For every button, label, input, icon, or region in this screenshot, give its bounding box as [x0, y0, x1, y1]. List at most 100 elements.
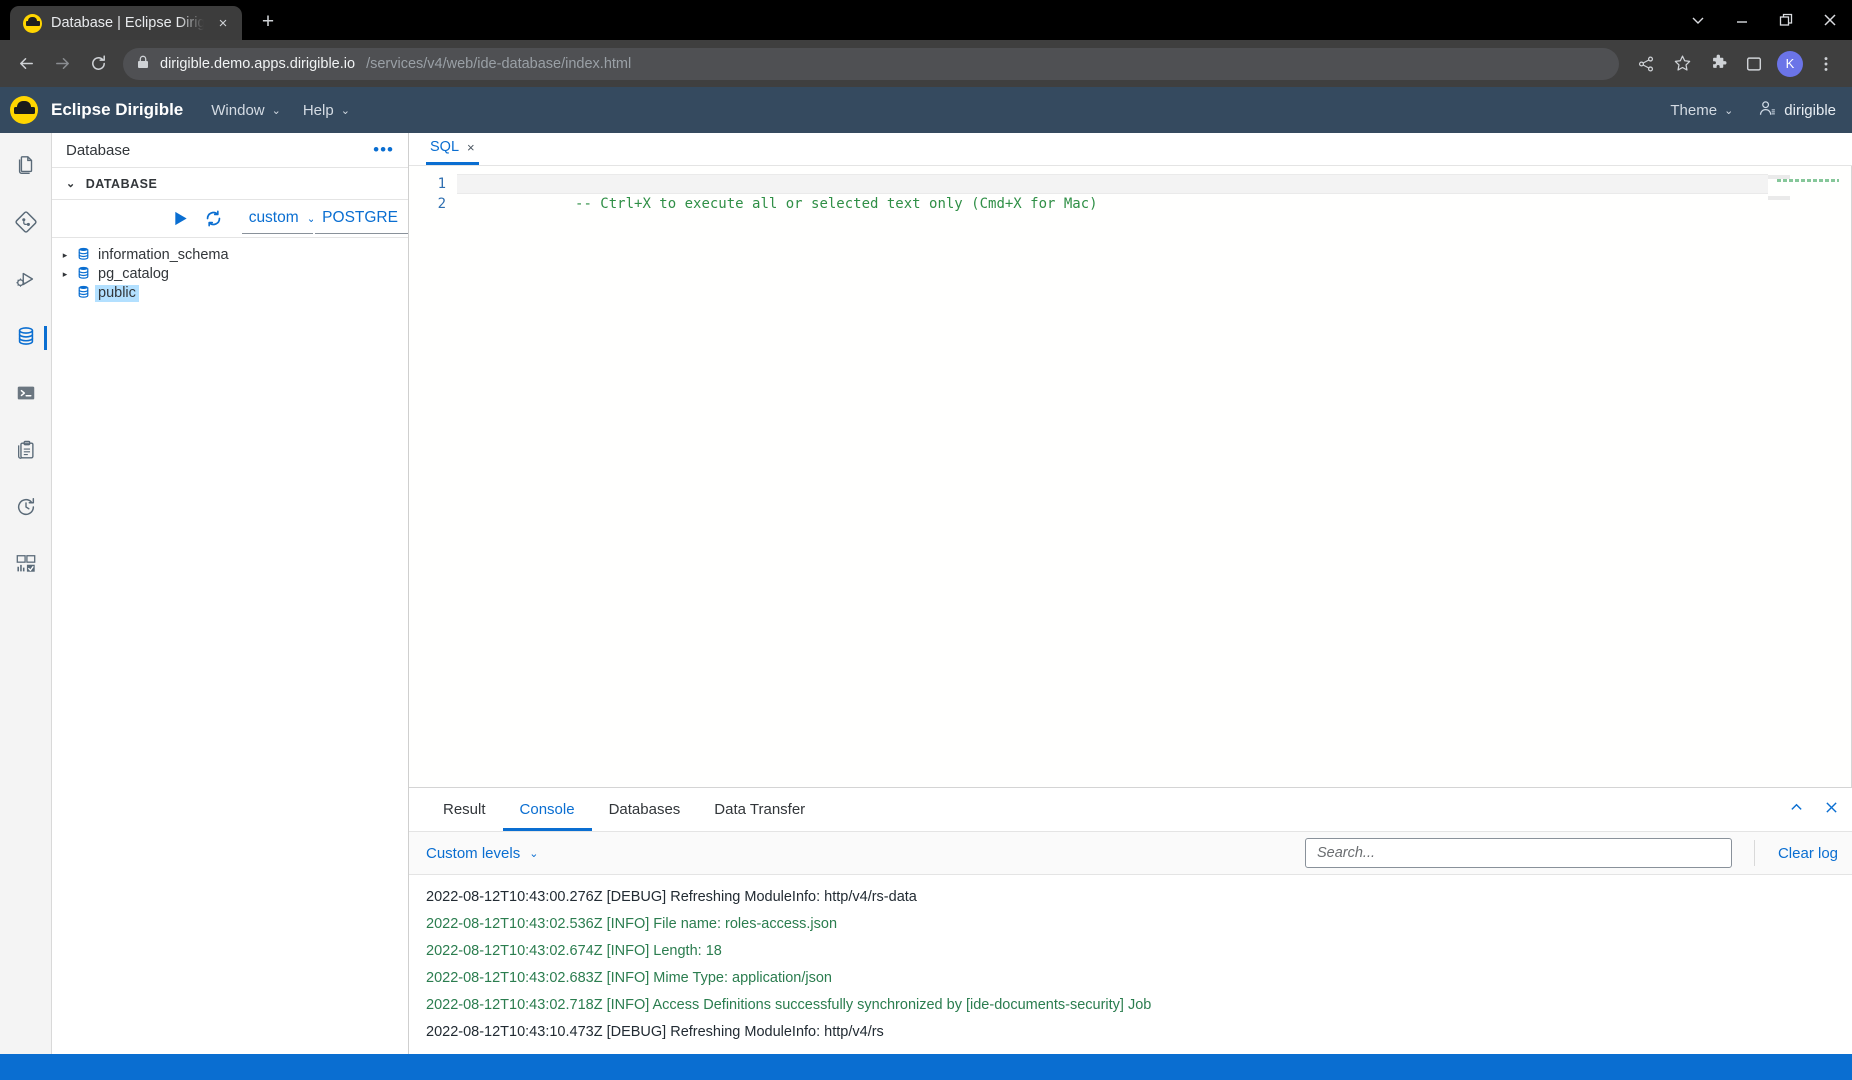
chevron-down-icon: ⌄ — [406, 212, 408, 225]
log-entry: 2022-08-12T10:43:02.674Z [INFO] Length: … — [426, 943, 722, 959]
panel-more-icon[interactable]: ••• — [373, 140, 394, 160]
chevron-down-icon[interactable] — [1676, 0, 1720, 40]
theme-label: Theme — [1670, 101, 1718, 119]
refresh-button[interactable] — [197, 200, 230, 238]
menu-help-label: Help — [302, 101, 334, 119]
browser-tab-title: Database | Eclipse Dirigible — [51, 15, 204, 31]
chevron-right-icon[interactable]: ▸ — [58, 269, 72, 280]
sql-comment: -- Ctrl+X to execute all or selected tex… — [575, 196, 1098, 212]
git-icon — [14, 210, 37, 238]
window-controls — [1676, 0, 1852, 40]
tab-sql[interactable]: SQL × — [426, 132, 479, 165]
tree-item-pg-catalog[interactable]: ▸ pg_catalog — [52, 265, 408, 283]
main-area: SQL × 1 2 -- Ctrl+X to execute all or se… — [409, 133, 1852, 1054]
theme-selector[interactable]: Theme ⌄ — [1670, 102, 1733, 119]
app-header: Eclipse Dirigible Window ⌄ Help ⌄ Theme … — [0, 87, 1852, 133]
log-entry: 2022-08-12T10:43:02.536Z [INFO] File nam… — [426, 916, 838, 932]
close-icon[interactable]: × — [467, 140, 475, 155]
code-line-1[interactable]: -- Ctrl+X to execute all or selected tex… — [457, 174, 1768, 212]
datasource-select[interactable]: custom ⌄ — [241, 204, 314, 234]
back-icon[interactable] — [9, 47, 43, 81]
code-editor[interactable]: 1 2 -- Ctrl+X to execute all or selected… — [409, 166, 1852, 787]
rail-item-history[interactable] — [0, 491, 52, 527]
rail-item-workspace[interactable] — [0, 149, 52, 185]
browser-toolbar: dirigible.demo.apps.dirigible.io/service… — [0, 40, 1852, 87]
tab-result[interactable]: Result — [426, 788, 503, 831]
editor-tabbar: SQL × — [409, 133, 1852, 166]
clear-log-button[interactable]: Clear log — [1753, 840, 1838, 866]
log-search-field[interactable] — [1304, 838, 1732, 868]
person-icon — [1759, 100, 1776, 121]
reload-icon[interactable] — [81, 47, 115, 81]
side-panel-icon[interactable] — [1737, 47, 1771, 81]
rail-item-terminal[interactable] — [0, 377, 52, 413]
debugger-icon — [15, 268, 37, 295]
chevron-right-icon[interactable]: ▸ — [58, 250, 72, 261]
log-levels-dropdown[interactable]: Custom levels ⌄ — [426, 845, 538, 862]
schema-icon — [77, 266, 90, 283]
line-number: 2 — [437, 196, 446, 212]
new-tab-button[interactable]: + — [252, 6, 284, 38]
console-log-list[interactable]: 2022-08-12T10:43:00.276Z [DEBUG] Refresh… — [409, 875, 1852, 1054]
bookmark-star-icon[interactable] — [1665, 47, 1699, 81]
menu-window-label: Window — [211, 101, 265, 119]
dirigible-logo-icon — [23, 13, 42, 33]
clipboard-icon — [15, 439, 37, 466]
workspace-files-icon — [15, 154, 37, 181]
chevron-down-icon: ⌄ — [271, 104, 281, 117]
database-toolbar: custom ⌄ POSTGRE ⌄ — [52, 200, 408, 238]
rail-item-database[interactable] — [0, 320, 52, 356]
rail-item-git[interactable] — [0, 206, 52, 242]
chevron-down-icon: ⌄ — [66, 178, 76, 190]
explorer-title-bar: Database ••• — [52, 133, 408, 168]
tab-data-transfer[interactable]: Data Transfer — [697, 788, 822, 831]
address-bar[interactable]: dirigible.demo.apps.dirigible.io/service… — [123, 47, 1619, 80]
close-icon[interactable]: × — [213, 13, 233, 33]
url-path: /services/v4/web/ide-database/index.html — [366, 55, 632, 72]
rail-item-clipboard[interactable] — [0, 434, 52, 470]
explorer-section-database[interactable]: ⌄ DATABASE — [52, 168, 408, 200]
forward-icon[interactable] — [45, 47, 79, 81]
user-name: dirigible — [1784, 101, 1836, 119]
profile-avatar[interactable]: K — [1773, 47, 1807, 81]
tab-console[interactable]: Console — [503, 788, 592, 831]
dirigible-application: Eclipse Dirigible Window ⌄ Help ⌄ Theme … — [0, 87, 1852, 1080]
browser-tab[interactable]: Database | Eclipse Dirigible × — [10, 6, 242, 40]
maximize-icon[interactable] — [1764, 0, 1808, 40]
explorer-section-label: DATABASE — [85, 176, 158, 191]
browser-menu-icon[interactable] — [1809, 47, 1843, 81]
rail-item-dashboard[interactable] — [0, 548, 52, 584]
tree-item-information-schema[interactable]: ▸ information_schema — [52, 246, 408, 264]
share-icon[interactable] — [1629, 47, 1663, 81]
minimap-marker — [1768, 196, 1790, 200]
log-levels-label: Custom levels — [426, 844, 521, 862]
collapse-panel-icon[interactable] — [1790, 801, 1803, 819]
search-input[interactable] — [1316, 845, 1720, 861]
chevron-down-icon: ⌄ — [1724, 104, 1734, 117]
menu-help[interactable]: Help ⌄ — [303, 102, 350, 119]
chevron-down-icon: ⌄ — [340, 104, 350, 117]
menu-window[interactable]: Window ⌄ — [211, 102, 281, 119]
lock-icon — [137, 55, 149, 73]
terminal-icon — [15, 382, 37, 409]
rail-item-debugger[interactable] — [0, 263, 52, 299]
line-number-gutter: 1 2 — [409, 166, 457, 787]
datasource-value: custom — [248, 209, 299, 226]
status-bar — [0, 1054, 1852, 1080]
tree-item-label: information_schema — [98, 246, 229, 263]
code-content[interactable]: -- Ctrl+X to execute all or selected tex… — [457, 166, 1768, 787]
database-icon — [15, 325, 37, 352]
tree-item-label: public — [95, 284, 139, 302]
chevron-down-icon: ⌄ — [529, 847, 539, 860]
minimize-icon[interactable] — [1720, 0, 1764, 40]
tree-item-public[interactable]: public — [52, 284, 408, 302]
tab-databases[interactable]: Databases — [592, 788, 698, 831]
user-menu[interactable]: dirigible — [1759, 100, 1836, 121]
close-panel-icon[interactable] — [1825, 801, 1838, 819]
extensions-puzzle-icon[interactable] — [1701, 47, 1735, 81]
dbtype-select[interactable]: POSTGRE ⌄ — [315, 204, 408, 234]
log-entry: 2022-08-12T10:43:00.276Z [DEBUG] Refresh… — [426, 889, 917, 905]
run-query-button[interactable] — [164, 200, 197, 238]
window-close-icon[interactable] — [1808, 0, 1852, 40]
editor-minimap[interactable] — [1768, 166, 1852, 787]
